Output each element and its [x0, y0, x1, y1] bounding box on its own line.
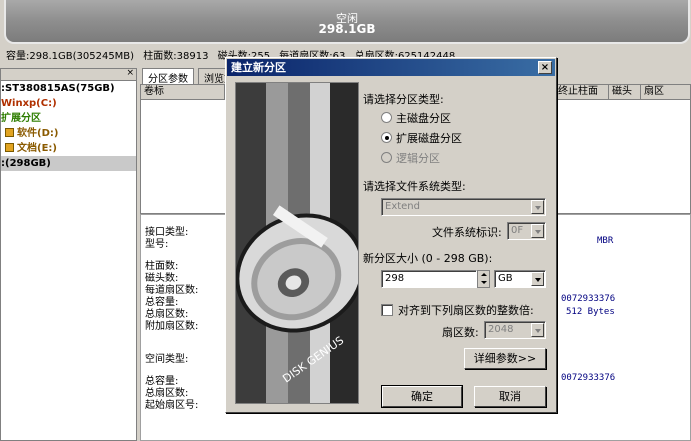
column-header-end-cylinder[interactable]: 终止柱面 — [555, 85, 609, 100]
align-label[interactable]: 对齐到下列扇区数的整数倍: — [398, 302, 534, 318]
sogou-logo-icon: S — [569, 382, 593, 406]
tree-item-disk0[interactable]: :ST380815AS(75GB) — [1, 81, 136, 96]
tree-item-label: 扩展分区 — [1, 113, 41, 124]
partition-icon — [5, 143, 14, 152]
fs-id-select[interactable]: 0F — [507, 222, 546, 240]
radio-primary-label[interactable]: 主磁盘分区 — [396, 110, 451, 126]
fs-type-select[interactable]: Extend — [381, 198, 546, 216]
radio-logical-label[interactable]: 逻辑分区 — [396, 150, 440, 166]
column-header-label[interactable]: 卷标 — [141, 85, 225, 100]
details-button[interactable]: 详细参数>> — [464, 348, 546, 369]
radio-logical-partition[interactable] — [381, 152, 392, 163]
fs-type-value: Extend — [385, 201, 420, 212]
disk-map: 空闲 298.1GB — [0, 0, 691, 46]
tree-item-disk1[interactable]: :(298GB) — [1, 156, 136, 171]
close-button[interactable]: × — [538, 61, 552, 74]
tree-item-label: :(298GB) — [1, 158, 51, 169]
disk-capacity: 容量:298.1GB(305245MB) — [6, 51, 135, 62]
hard-disk-illustration: DISK GENIUS — [235, 82, 359, 404]
ok-button[interactable]: 确定 — [381, 385, 463, 408]
cancel-button[interactable]: 取消 — [474, 386, 546, 407]
tree-item-d-drive[interactable]: 软件(D:) — [1, 126, 136, 141]
watermark-url: zhinan.sogou.com — [572, 412, 669, 423]
free-space-block[interactable]: 空闲 298.1GB — [4, 0, 690, 44]
size-value: 298 — [385, 273, 405, 284]
fs-id-value: 0F — [511, 225, 524, 236]
radio-extended-partition[interactable] — [381, 132, 392, 143]
watermark-text: 搜狗指南 — [597, 382, 669, 403]
size-input[interactable]: 298 — [381, 270, 477, 288]
size-label: 新分区大小 (0 - 298 GB): — [363, 252, 493, 265]
chevron-down-icon[interactable] — [531, 272, 544, 286]
sectors-select[interactable]: 2048 — [484, 321, 546, 339]
tree-item-label: :ST380815AS(75GB) — [1, 83, 115, 94]
radio-primary-partition[interactable] — [381, 112, 392, 123]
size-stepper[interactable] — [477, 270, 490, 288]
prop-model: 型号: — [145, 239, 169, 250]
tree-panel-header: × — [1, 68, 136, 81]
arrow-down-icon[interactable] — [478, 279, 489, 287]
free-space-size: 298.1GB — [318, 22, 376, 36]
align-checkbox[interactable] — [381, 304, 393, 316]
value-sector-size: 512 Bytes — [566, 307, 615, 317]
tree-item-e-drive[interactable]: 文档(E:) — [1, 141, 136, 156]
disk-tree-panel: × :ST380815AS(75GB) Winxp(C:) 扩展分区 软件(D:… — [0, 68, 137, 441]
unit-select[interactable]: GB — [494, 270, 546, 288]
disk-cylinders: 柱面数:38913 — [143, 51, 209, 62]
column-header-sectors[interactable]: 扇区 — [641, 85, 691, 100]
chevron-down-icon[interactable] — [531, 323, 544, 337]
dialog-title-bar[interactable]: 建立新分区 × — [227, 59, 555, 76]
new-partition-dialog: 建立新分区 × DISK GENIUS 请选择分区类型: 主磁盘分区 扩展磁盘分… — [225, 57, 557, 413]
dialog-title: 建立新分区 — [231, 61, 286, 74]
tree-item-label: Winxp(C:) — [1, 98, 57, 109]
arrow-up-icon[interactable] — [478, 271, 489, 279]
tree-item-label: 文档(E:) — [17, 143, 57, 154]
sectors-label: 扇区数: — [442, 326, 479, 339]
partition-type-label: 请选择分区类型: — [363, 93, 444, 106]
value-partition-style: MBR — [597, 236, 614, 246]
prop-start-sector: 起始扇区号: — [145, 400, 199, 411]
close-icon[interactable]: × — [126, 68, 134, 78]
tab-partition-params[interactable]: 分区参数 — [142, 68, 194, 85]
unit-value: GB — [498, 273, 513, 284]
partition-icon — [5, 128, 14, 137]
tree-item-extended[interactable]: 扩展分区 — [1, 111, 136, 126]
hard-disk-icon: DISK GENIUS — [236, 83, 358, 403]
chevron-down-icon[interactable] — [531, 200, 544, 214]
tree-item-c-drive[interactable]: Winxp(C:) — [1, 96, 136, 111]
radio-extended-label[interactable]: 扩展磁盘分区 — [396, 130, 462, 146]
sogou-watermark: S 搜狗指南 — [569, 378, 669, 406]
sectors-value: 2048 — [488, 324, 514, 335]
value-total-bytes: 0072933376 — [561, 294, 616, 304]
chevron-down-icon[interactable] — [531, 224, 544, 238]
column-header-heads[interactable]: 磁头 — [609, 85, 641, 100]
prop-extra-sectors: 附加扇区数: — [145, 321, 199, 332]
prop-space-type: 空间类型: — [145, 354, 189, 365]
fs-type-label: 请选择文件系统类型: — [363, 180, 466, 193]
tree-item-label: 软件(D:) — [17, 128, 59, 139]
fs-id-label: 文件系统标识: — [432, 226, 502, 239]
